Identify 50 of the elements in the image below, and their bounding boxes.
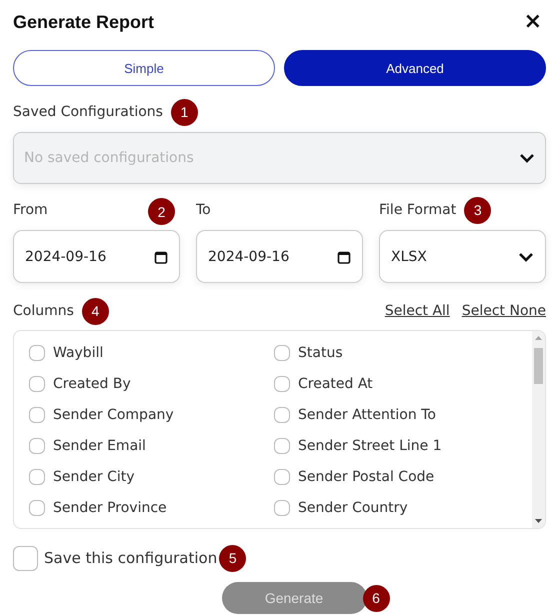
annotation-badge: 4 — [82, 298, 109, 324]
dialog-title: Generate Report — [13, 12, 154, 32]
checkbox-label[interactable]: Sender Country — [298, 500, 408, 516]
checkbox[interactable] — [29, 407, 45, 423]
annotation-badge: 2 — [148, 198, 175, 225]
checkbox[interactable] — [29, 438, 45, 454]
checkbox[interactable] — [274, 438, 290, 454]
checkbox[interactable] — [274, 345, 290, 361]
checkbox-label[interactable]: Sender Province — [53, 500, 167, 516]
format-select[interactable]: XLSX — [379, 230, 546, 283]
date-field[interactable]: 2024-09-16 — [13, 230, 180, 283]
field-label: From — [13, 202, 48, 218]
checkbox-label[interactable]: Sender Attention To — [298, 407, 436, 423]
calendar-icon — [337, 250, 351, 264]
checkbox-label[interactable]: Sender City — [53, 469, 135, 485]
annotation-badge: 5 — [219, 544, 246, 572]
checkbox-label[interactable]: Sender Company — [53, 407, 174, 423]
checkbox-label[interactable]: Status — [298, 345, 343, 361]
select-all-link[interactable]: Select All — [384, 303, 450, 319]
field-label: To — [196, 202, 211, 218]
checkbox-label[interactable]: Created By — [53, 376, 131, 392]
checkbox[interactable] — [274, 469, 290, 485]
section-label: Columns — [13, 303, 74, 319]
checkbox-label[interactable]: Save this configuration — [44, 549, 218, 567]
checkbox[interactable] — [29, 345, 45, 361]
calendar-icon — [154, 250, 168, 264]
mode-tab[interactable]: Simple — [13, 50, 275, 86]
checkbox-label[interactable]: Sender Street Line 1 — [298, 438, 442, 454]
checkbox[interactable] — [13, 546, 38, 570]
close-button[interactable]: × — [524, 11, 546, 33]
checkbox[interactable] — [29, 469, 45, 485]
select-none-link[interactable]: Select None — [462, 303, 546, 319]
annotation-badge: 1 — [170, 98, 198, 126]
checkbox-label[interactable]: Sender Postal Code — [298, 469, 434, 485]
annotation-badge: 6 — [362, 584, 390, 612]
checkbox[interactable] — [274, 407, 290, 423]
annotation-badge: 3 — [464, 196, 492, 224]
field-label: Saved Configurations — [13, 104, 163, 120]
checkbox-label[interactable]: Waybill — [53, 345, 104, 361]
checkbox[interactable] — [29, 500, 45, 516]
mode-tab[interactable]: Advanced — [284, 50, 546, 86]
chevron-down-icon — [519, 153, 535, 163]
checkbox[interactable] — [274, 376, 290, 392]
checkbox[interactable] — [274, 500, 290, 516]
date-field[interactable]: 2024-09-16 — [196, 230, 363, 283]
checkbox-label[interactable]: Sender Email — [53, 438, 146, 454]
chevron-down-icon — [518, 252, 534, 262]
checkbox[interactable] — [29, 376, 45, 392]
field-label: File Format — [379, 202, 456, 218]
checkbox-label[interactable]: Created At — [298, 376, 373, 392]
